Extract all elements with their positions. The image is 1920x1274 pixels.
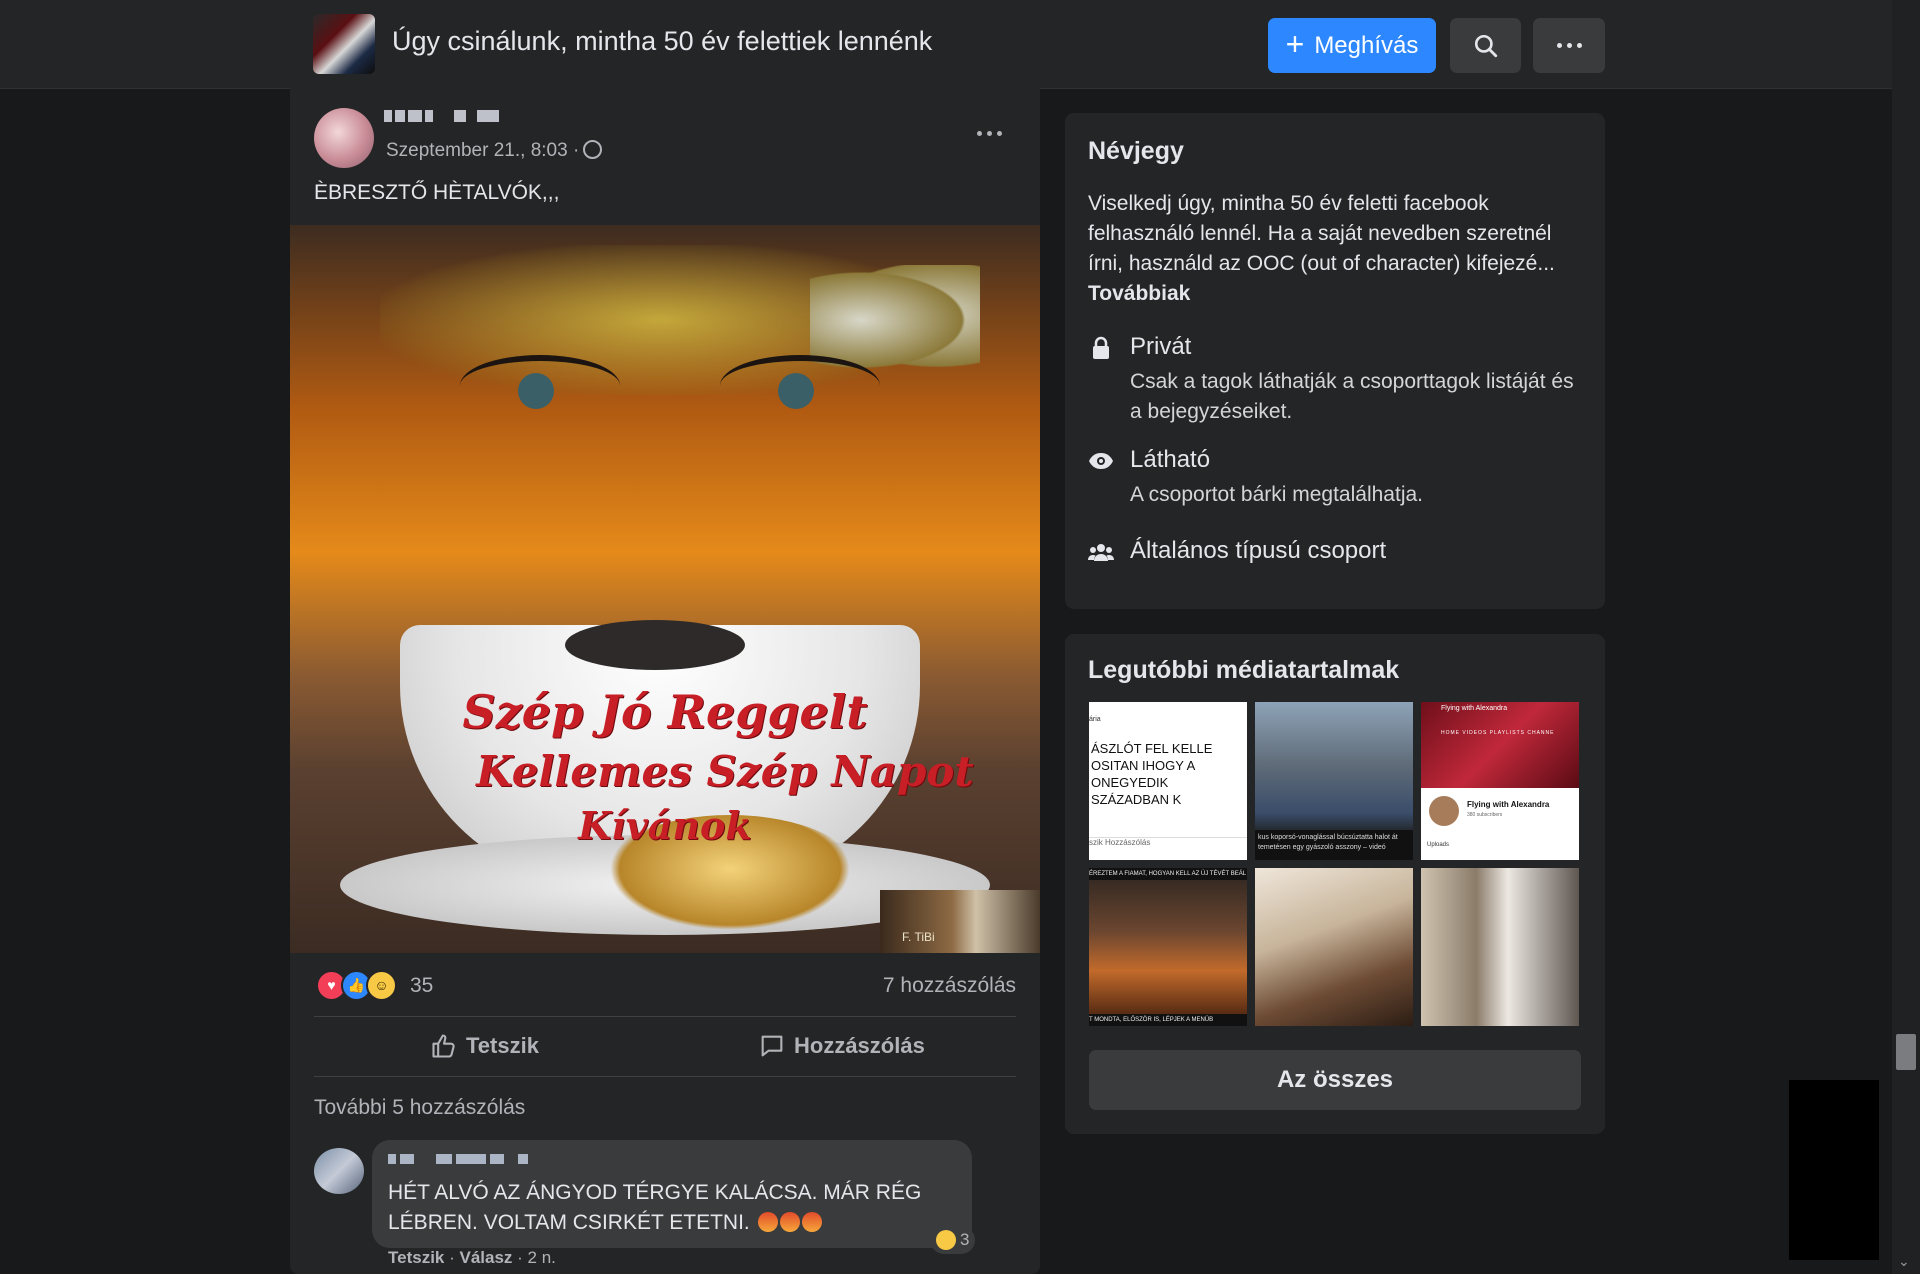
comment-bubble: HÉT ALVÓ AZ ÁNGYOD TÉRGYE KALÁCSA. MÁR R… [372,1140,972,1248]
scroll-down-arrow-icon[interactable]: ⌄ [1898,1253,1910,1270]
like-label: Tetszik [466,1033,539,1058]
thumb-caption: kus koporsó-vonaglással búcsúztatta halo… [1255,830,1413,860]
recent-media-card: Legutóbbi médiatartalmak ária ÁSZLÓT FEL… [1065,634,1605,1134]
group-type-label: Általános típusú csoport [1130,537,1387,564]
thumb-channel-name: Flying with Alexandra [1467,800,1550,809]
lock-icon [1088,335,1114,361]
privacy-description: Csak a tagok láthatják a csoporttagok li… [1130,370,1574,423]
search-icon [1474,34,1497,57]
comment-reactions[interactable]: 3 [930,1226,976,1254]
teddy-bear-sticker: F. TiBi [880,890,1040,953]
eye-icon [1088,448,1114,474]
commenter-name-blurred[interactable] [388,1154,528,1164]
thumb-subscribers: 380 subscribers [1467,812,1503,818]
comment-text-block: HÉT ALVÓ AZ ÁNGYOD TÉRGYE KALÁCSA. MÁR R… [388,1178,948,1238]
sticker-text: F. TiBi [902,930,935,944]
invite-label: Meghívás [1314,31,1419,59]
more-icon [1556,43,1582,48]
post-card: Szeptember 21., 8:03 · ÈBRESZTŐ HÈTALVÓK… [290,88,1040,1274]
angry-emoji-icon [757,1212,778,1232]
commenter-avatar[interactable] [314,1148,364,1194]
media-title: Legutóbbi médiatartalmak [1088,656,1400,684]
reaction-icons[interactable]: ♥ 👍 ☺ [316,969,397,1001]
thumbs-up-icon [432,1034,455,1058]
thumb-action-bar: szik Hozzászólás [1089,837,1247,860]
comment-actions: Tetszik · Válasz · 2 n. [388,1248,556,1267]
scrollbar[interactable]: ⌄ [1892,0,1920,1274]
group-cover-thumbnail[interactable] [313,14,375,74]
channel-avatar [1429,796,1459,826]
comment-label: Hozzászólás [794,1033,925,1058]
view-more-comments[interactable]: További 5 hozzászólás [314,1096,525,1120]
scroll-thumb[interactable] [1896,1034,1916,1070]
post-date-text: Szeptember 21., 8:03 · [386,140,580,161]
post-more-icon[interactable] [977,131,1002,136]
post-text: ÈBRESZTŐ HÈTALVÓK,,, [314,181,560,204]
angry-emoji-icon [801,1212,822,1232]
media-thumbnail[interactable]: kus koporsó-vonaglással búcsúztatta halo… [1255,702,1413,860]
comment-text: HÉT ALVÓ AZ ÁNGYOD TÉRGYE KALÁCSA. MÁR R… [388,1181,922,1234]
media-thumbnail[interactable]: Flying with Alexandra HOME VIDEOS PLAYLI… [1421,702,1579,860]
comment-count[interactable]: 7 hozzászólás [883,974,1016,998]
see-more-link[interactable]: Továbbiak [1088,282,1190,305]
see-all-media-button[interactable]: Az összes [1089,1050,1581,1110]
group-title[interactable]: Úgy csinálunk, mintha 50 év felettiek le… [392,26,932,57]
group-header: Úgy csinálunk, mintha 50 év felettiek le… [0,0,1892,89]
redacted-overlay [1789,1080,1879,1260]
about-description-text: Viselkedj úgy, mintha 50 év feletti face… [1088,192,1555,275]
media-thumbnail[interactable] [1255,868,1413,1026]
comment-reaction-count: 3 [960,1230,970,1249]
image-text-line3: Kívánok [578,803,752,848]
right-eye [720,355,880,416]
comment-button[interactable]: Hozzászólás [758,1032,925,1060]
reaction-count[interactable]: 35 [410,974,433,998]
divider [314,1016,1016,1017]
people-icon [1088,539,1114,565]
thumb-channel-nav: HOME VIDEOS PLAYLISTS CHANNE [1441,730,1555,736]
more-options-button[interactable] [1533,18,1605,73]
thumb-channel-bar: Flying with Alexandra [1441,705,1508,712]
haha-reaction-icon [936,1230,956,1250]
divider [314,1076,1016,1077]
plus-icon: + [1285,26,1305,62]
haha-reaction-icon: ☺ [366,969,397,1001]
thumb-caption: ÉREZTEM A FIAMAT, HOGYAN KELL AZ ÚJ TÉVÉ… [1089,868,1247,880]
privacy-label: Privát [1130,333,1192,360]
search-button[interactable] [1450,18,1521,73]
invite-button[interactable]: + Meghívás [1268,18,1436,73]
comment-like-link[interactable]: Tetszik [388,1248,444,1267]
about-card: Névjegy Viselkedj úgy, mintha 50 év fele… [1065,113,1605,609]
thumb-caption: T MONDTA, ELŐSZÖR IS, LÉPJEK A MENÜB [1089,1014,1247,1026]
post-image[interactable]: Szép Jó Reggelt Kellemes Szép Napot Kívá… [290,225,1040,953]
media-thumbnail[interactable] [1421,868,1579,1026]
visibility-description: A csoportot bárki megtalálhatja. [1130,483,1423,506]
comment-age[interactable]: 2 n. [528,1248,556,1267]
media-thumbnail[interactable]: ária ÁSZLÓT FEL KELLE OSITAN IHOGY A ONE… [1089,702,1247,860]
lips [565,620,745,670]
thumb-caption: ária [1089,716,1101,723]
comment-icon [761,1035,783,1057]
comment-reply-link[interactable]: Válasz [459,1248,512,1267]
angry-emoji-icon [779,1212,800,1232]
media-thumbnail[interactable]: ÉREZTEM A FIAMAT, HOGYAN KELL AZ ÚJ TÉVÉ… [1089,868,1247,1026]
left-eye [460,355,620,416]
globe-icon [583,140,603,159]
thumb-uploads-label: Uploads [1427,842,1450,848]
like-button[interactable]: Tetszik [430,1032,539,1060]
author-avatar[interactable] [314,108,374,168]
about-title: Névjegy [1088,137,1184,165]
image-text-line1: Szép Jó Reggelt [462,685,868,739]
post-timestamp[interactable]: Szeptember 21., 8:03 · [386,140,603,162]
thumb-text: ÁSZLÓT FEL KELLE OSITAN IHOGY A ONEGYEDI… [1091,741,1213,807]
image-text-line2: Kellemes Szép Napot [476,747,974,796]
visibility-label: Látható [1130,446,1211,473]
author-name-blurred[interactable] [384,110,499,122]
about-description: Viselkedj úgy, mintha 50 év feletti face… [1088,189,1588,309]
channel-banner: Flying with Alexandra HOME VIDEOS PLAYLI… [1421,702,1579,788]
